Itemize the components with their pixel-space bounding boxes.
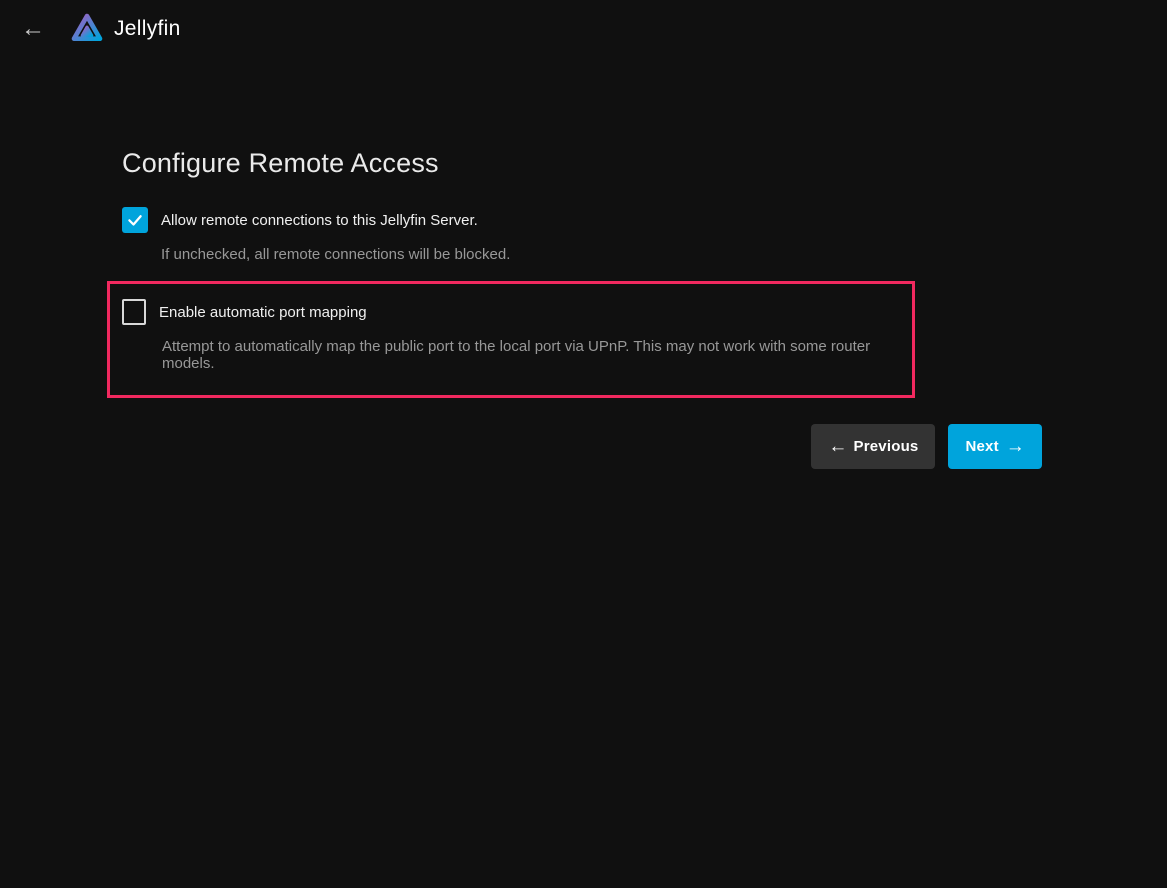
port-mapping-field: Enable automatic port mapping Attempt to… xyxy=(122,299,898,372)
back-button[interactable]: ← xyxy=(15,11,51,47)
remote-connections-label[interactable]: Allow remote connections to this Jellyfi… xyxy=(161,212,478,229)
previous-button-label: Previous xyxy=(854,438,919,455)
port-mapping-help: Attempt to automatically map the public … xyxy=(162,338,898,372)
remote-connections-row: Allow remote connections to this Jellyfi… xyxy=(122,207,1042,233)
port-mapping-row: Enable automatic port mapping xyxy=(122,299,898,325)
page-title: Configure Remote Access xyxy=(122,148,1042,179)
arrow-left-icon: ← xyxy=(828,437,847,456)
port-mapping-checkbox[interactable] xyxy=(122,299,146,325)
next-button-label: Next xyxy=(965,438,998,455)
jellyfin-logo-icon xyxy=(69,11,105,47)
back-arrow-icon: ← xyxy=(21,11,45,47)
remote-connections-field: Allow remote connections to this Jellyfi… xyxy=(122,207,1042,263)
port-mapping-label[interactable]: Enable automatic port mapping xyxy=(159,304,367,321)
annotation-highlight-rect: Enable automatic port mapping Attempt to… xyxy=(107,281,915,398)
wizard-nav-buttons: ← Previous Next → xyxy=(122,424,1042,469)
wizard-content: Configure Remote Access Allow remote con… xyxy=(122,148,1042,469)
jellyfin-logo xyxy=(69,11,105,47)
next-button[interactable]: Next → xyxy=(948,424,1042,469)
app-header: ← Jellyfin xyxy=(0,0,1167,58)
previous-button[interactable]: ← Previous xyxy=(811,424,935,469)
app-name: Jellyfin xyxy=(114,17,181,41)
remote-connections-help: If unchecked, all remote connections wil… xyxy=(161,246,1042,263)
arrow-right-icon: → xyxy=(1006,437,1025,456)
checkmark-icon xyxy=(126,211,144,229)
remote-connections-checkbox[interactable] xyxy=(122,207,148,233)
